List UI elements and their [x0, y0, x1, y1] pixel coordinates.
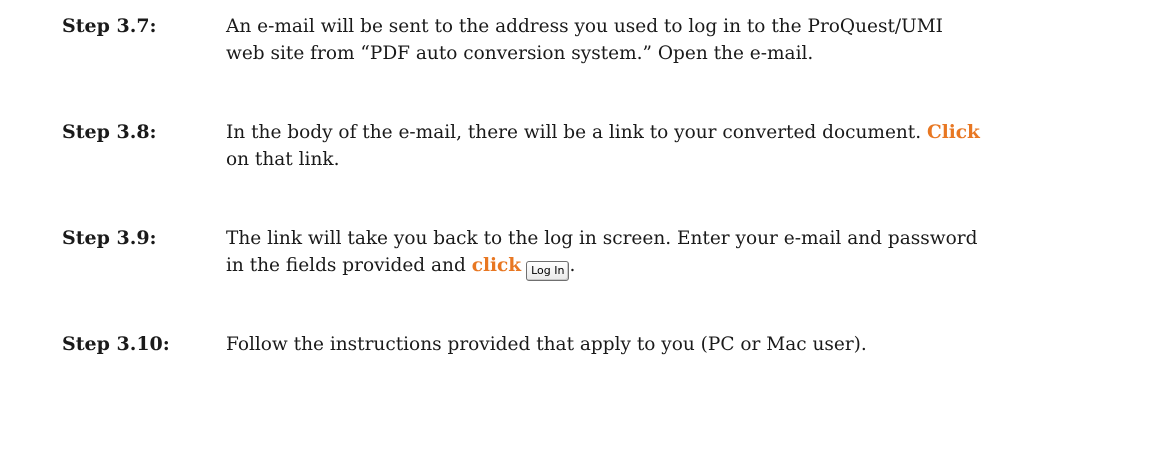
step-text-line: in the fields provided and click Log In.	[226, 252, 1161, 281]
step-text-line: on that link.	[226, 149, 340, 170]
step-text-line: The link will take you back to the log i…	[226, 228, 978, 249]
log-in-button[interactable]: Log In	[526, 261, 570, 281]
step-text: In the body of the e-mail, there will be…	[226, 119, 1161, 173]
step-text-fragment: .	[569, 255, 576, 276]
step-text: The link will take you back to the log i…	[226, 225, 1161, 281]
step-text-line: Follow the instructions provided that ap…	[226, 334, 867, 355]
step-text-line: In the body of the e-mail, there will be…	[226, 119, 1161, 146]
step-label: Step 3.9:	[62, 227, 157, 249]
step-text-line: web site from “PDF auto conversion syste…	[226, 43, 814, 64]
instruction-document: Step 3.7: An e-mail will be sent to the …	[0, 0, 1167, 470]
step-text-line: An e-mail will be sent to the address yo…	[226, 16, 943, 37]
step-label: Step 3.10:	[62, 333, 170, 355]
click-keyword: click	[471, 255, 522, 276]
step-text-fragment: in the fields provided and	[226, 255, 472, 276]
step-text-fragment: In the body of the e-mail, there will be…	[226, 122, 928, 143]
step-text: Follow the instructions provided that ap…	[226, 331, 1161, 358]
step-label: Step 3.8:	[62, 121, 157, 143]
click-keyword: Click	[927, 122, 980, 143]
step-text: An e-mail will be sent to the address yo…	[226, 13, 1161, 67]
step-label: Step 3.7:	[62, 15, 157, 37]
